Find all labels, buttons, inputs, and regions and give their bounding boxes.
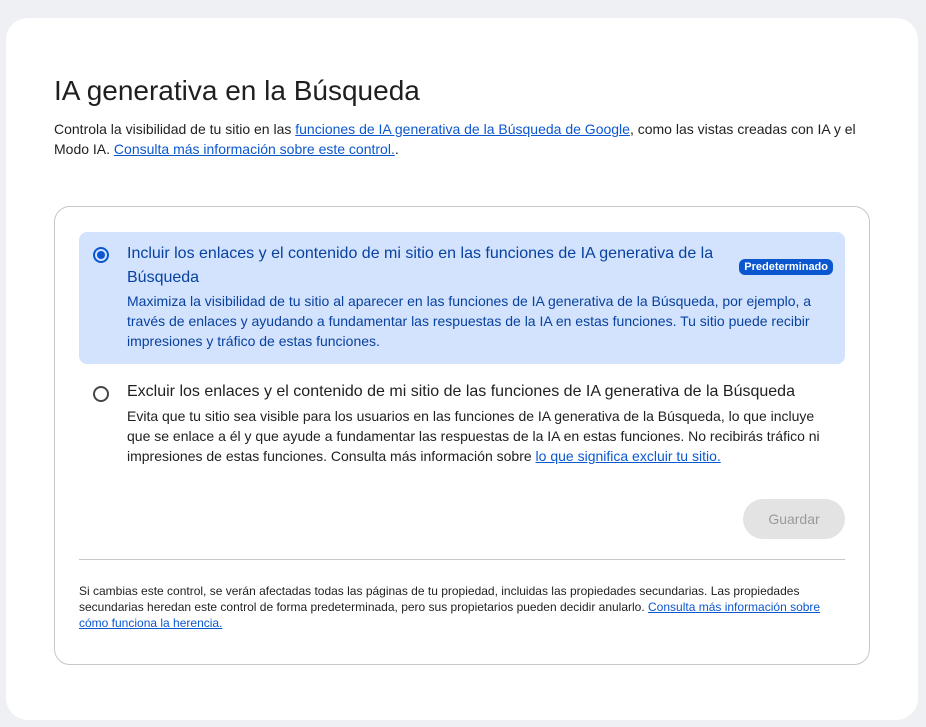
- page-description: Controla la visibilidad de tu sitio en l…: [54, 119, 874, 159]
- settings-card: Incluir los enlaces y el contenido de mi…: [54, 206, 870, 665]
- radio-checked-icon[interactable]: [93, 247, 109, 263]
- option-include-title: Incluir los enlaces y el contenido de mi…: [127, 245, 714, 286]
- option-exclude-description: Evita que tu sitio sea visible para los …: [127, 406, 833, 466]
- default-badge: Predeterminado: [739, 259, 833, 275]
- inheritance-note: Si cambias este control, se verán afecta…: [79, 583, 845, 631]
- description-text: .: [394, 141, 399, 157]
- radio-unchecked-icon[interactable]: [93, 386, 109, 402]
- option-include[interactable]: Incluir los enlaces y el contenido de mi…: [79, 232, 845, 364]
- save-button[interactable]: Guardar: [743, 499, 845, 539]
- page-card: IA generativa en la Búsqueda Controla la…: [6, 18, 918, 720]
- divider: [79, 559, 845, 560]
- option-exclude[interactable]: Excluir los enlaces y el contenido de mi…: [79, 373, 845, 473]
- learn-more-control-link[interactable]: Consulta más información sobre este cont…: [114, 141, 395, 157]
- generative-ai-features-link[interactable]: funciones de IA generativa de la Búsqued…: [295, 121, 630, 137]
- option-exclude-title: Excluir los enlaces y el contenido de mi…: [127, 383, 795, 400]
- option-include-description: Maximiza la visibilidad de tu sitio al a…: [127, 293, 812, 349]
- page-title: IA generativa en la Búsqueda: [54, 75, 420, 106]
- description-text: Controla la visibilidad de tu sitio en l…: [54, 121, 296, 137]
- exclude-meaning-link[interactable]: lo que significa excluir tu sitio.: [536, 448, 721, 464]
